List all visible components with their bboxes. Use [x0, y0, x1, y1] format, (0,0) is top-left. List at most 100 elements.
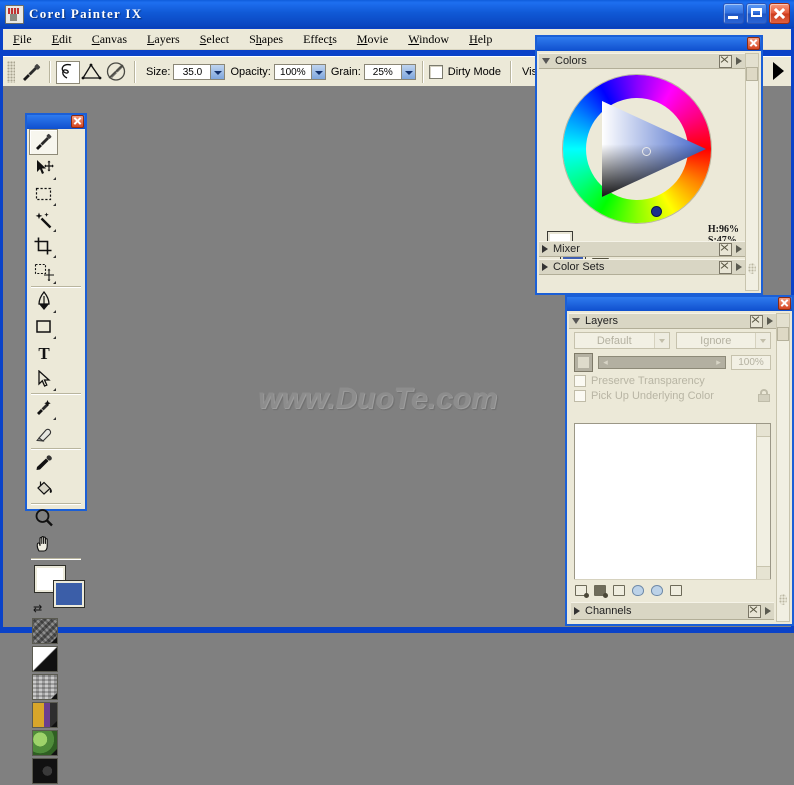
channels-section-options-icon[interactable]	[748, 604, 761, 618]
crop-flyout-arrow[interactable]	[50, 255, 56, 258]
nozzle-selector[interactable]	[32, 730, 58, 756]
channels-section-header[interactable]: Channels	[571, 602, 774, 620]
composite-method-dropdown[interactable]: Default	[574, 332, 670, 349]
toolbox-close-icon[interactable]	[71, 115, 84, 128]
property-bar-grip[interactable]	[7, 61, 15, 83]
mixer-section-menu-icon[interactable]	[736, 245, 742, 253]
shape-flyout-arrow[interactable]	[50, 336, 56, 339]
paint-bucket-tool[interactable]	[29, 476, 58, 502]
colors-section-expand-icon[interactable]	[542, 58, 550, 64]
grain-spinner[interactable]: 25%	[363, 64, 416, 80]
selection-flyout-arrow[interactable]	[50, 203, 56, 206]
saturation-value-marker[interactable]	[642, 147, 651, 156]
dirty-mode-checkbox[interactable]	[428, 65, 443, 79]
color-sets-section-expand-icon[interactable]	[542, 263, 548, 271]
layer-adjuster-flyout-arrow[interactable]	[50, 177, 56, 180]
pen-tool[interactable]	[29, 288, 58, 314]
brush-tool[interactable]	[29, 129, 58, 155]
color-sets-section-options-icon[interactable]	[719, 260, 732, 274]
layer-opacity-field[interactable]: 100%	[731, 355, 771, 370]
preserve-transparency-checkbox[interactable]	[574, 375, 586, 387]
size-dropdown-arrow[interactable]	[210, 65, 225, 79]
menu-select[interactable]: Select	[190, 30, 239, 49]
colors-palette-titlebar[interactable]	[537, 37, 761, 51]
layer-thumbnail[interactable]	[574, 353, 593, 372]
colors-scroll-thumb[interactable]	[746, 67, 758, 81]
layers-resize-grip[interactable]	[779, 594, 787, 605]
mixer-section-expand-icon[interactable]	[542, 245, 548, 253]
composite-depth-dropdown[interactable]: Ignore	[675, 332, 771, 349]
colors-section-menu-icon[interactable]	[736, 57, 742, 65]
layers-palette-titlebar[interactable]	[567, 297, 792, 311]
freehand-stroke-icon[interactable]	[56, 60, 80, 84]
layers-scroll-thumb[interactable]	[777, 327, 789, 341]
layers-palette-close-icon[interactable]	[778, 297, 791, 310]
layers-palette-scrollbar[interactable]	[776, 313, 790, 622]
composite-method-arrow[interactable]	[653, 333, 669, 348]
selection-adjuster-tool[interactable]	[29, 259, 58, 285]
colors-section-options-icon[interactable]	[719, 54, 732, 68]
dynamic-plugin-button[interactable]	[593, 584, 608, 598]
layer-list-scroll-up-button[interactable]	[757, 424, 770, 437]
menu-movie[interactable]: Movie	[347, 30, 398, 49]
colors-palette-close-icon[interactable]	[747, 37, 760, 50]
layer-adjuster-tool[interactable]	[29, 155, 58, 181]
menu-help[interactable]: Help	[459, 30, 502, 49]
colors-resize-grip[interactable]	[748, 263, 756, 274]
toolbox-titlebar[interactable]	[27, 115, 85, 129]
new-watercolor-layer-button[interactable]	[631, 584, 646, 598]
gradient-selector-arrow[interactable]	[51, 665, 57, 671]
menu-layers[interactable]: Layers	[137, 30, 190, 49]
color-sets-section-header[interactable]: Color Sets	[539, 259, 745, 275]
menu-canvas[interactable]: Canvas	[82, 30, 137, 49]
menu-shapes[interactable]: Shapes	[239, 30, 293, 49]
hue-ring-marker[interactable]	[651, 206, 662, 217]
straight-line-stroke-icon[interactable]	[80, 61, 104, 83]
magnifier-tool[interactable]	[29, 505, 58, 531]
rectangular-selection-tool[interactable]	[29, 181, 58, 207]
layers-section-expand-icon[interactable]	[572, 318, 580, 324]
back-color-swatch[interactable]	[53, 580, 85, 608]
pen-flyout-arrow[interactable]	[50, 310, 56, 313]
layers-section-options-icon[interactable]	[750, 314, 763, 328]
minimize-button[interactable]	[723, 3, 744, 24]
layer-lock-icon[interactable]	[757, 389, 771, 403]
dropper-tool[interactable]	[29, 450, 58, 476]
opacity-spinner[interactable]: 100%	[273, 64, 326, 80]
look-selector-arrow[interactable]	[51, 777, 57, 783]
pattern-selector[interactable]	[32, 674, 58, 700]
magic-wand-flyout-arrow[interactable]	[50, 229, 56, 232]
selection-adjuster-flyout-arrow[interactable]	[50, 281, 56, 284]
layers-section-header[interactable]: Layers	[569, 313, 776, 329]
layer-list-scrollbar[interactable]	[756, 424, 770, 579]
color-wheel-container[interactable]	[547, 75, 723, 235]
new-liquid-ink-layer-button[interactable]	[650, 584, 665, 598]
menu-window[interactable]: Window	[398, 30, 459, 49]
shape-selection-flyout-arrow[interactable]	[50, 388, 56, 391]
opacity-dropdown-arrow[interactable]	[310, 65, 325, 79]
new-layer-group-button[interactable]	[612, 584, 627, 598]
colors-section-header[interactable]: Colors	[539, 53, 745, 69]
shape-selection-tool[interactable]	[29, 366, 58, 392]
size-spinner[interactable]: 35.0	[173, 64, 226, 80]
brush-icon[interactable]	[19, 61, 43, 83]
new-layer-button[interactable]	[574, 584, 589, 598]
pattern-selector-arrow[interactable]	[51, 693, 57, 699]
colors-palette-scrollbar[interactable]	[745, 53, 759, 291]
cloner-flyout-arrow[interactable]	[50, 417, 56, 420]
gradient-selector[interactable]	[32, 646, 58, 672]
crop-tool[interactable]	[29, 233, 58, 259]
menu-edit[interactable]: Edit	[42, 30, 82, 49]
composite-depth-arrow[interactable]	[755, 333, 770, 348]
color-sets-section-menu-icon[interactable]	[736, 263, 742, 271]
title-bar[interactable]: Corel Painter IX	[0, 0, 794, 28]
restore-button[interactable]	[746, 3, 767, 24]
paper-selector-arrow[interactable]	[51, 637, 57, 643]
pick-up-underlying-color-checkbox[interactable]	[574, 390, 586, 402]
grain-dropdown-arrow[interactable]	[400, 65, 415, 79]
mixer-section-options-icon[interactable]	[719, 242, 732, 256]
look-selector[interactable]	[32, 758, 58, 784]
layer-opacity-slider[interactable]: ◂ ▸	[598, 356, 726, 369]
layers-section-menu-icon[interactable]	[767, 317, 773, 325]
paper-selector[interactable]	[32, 618, 58, 644]
